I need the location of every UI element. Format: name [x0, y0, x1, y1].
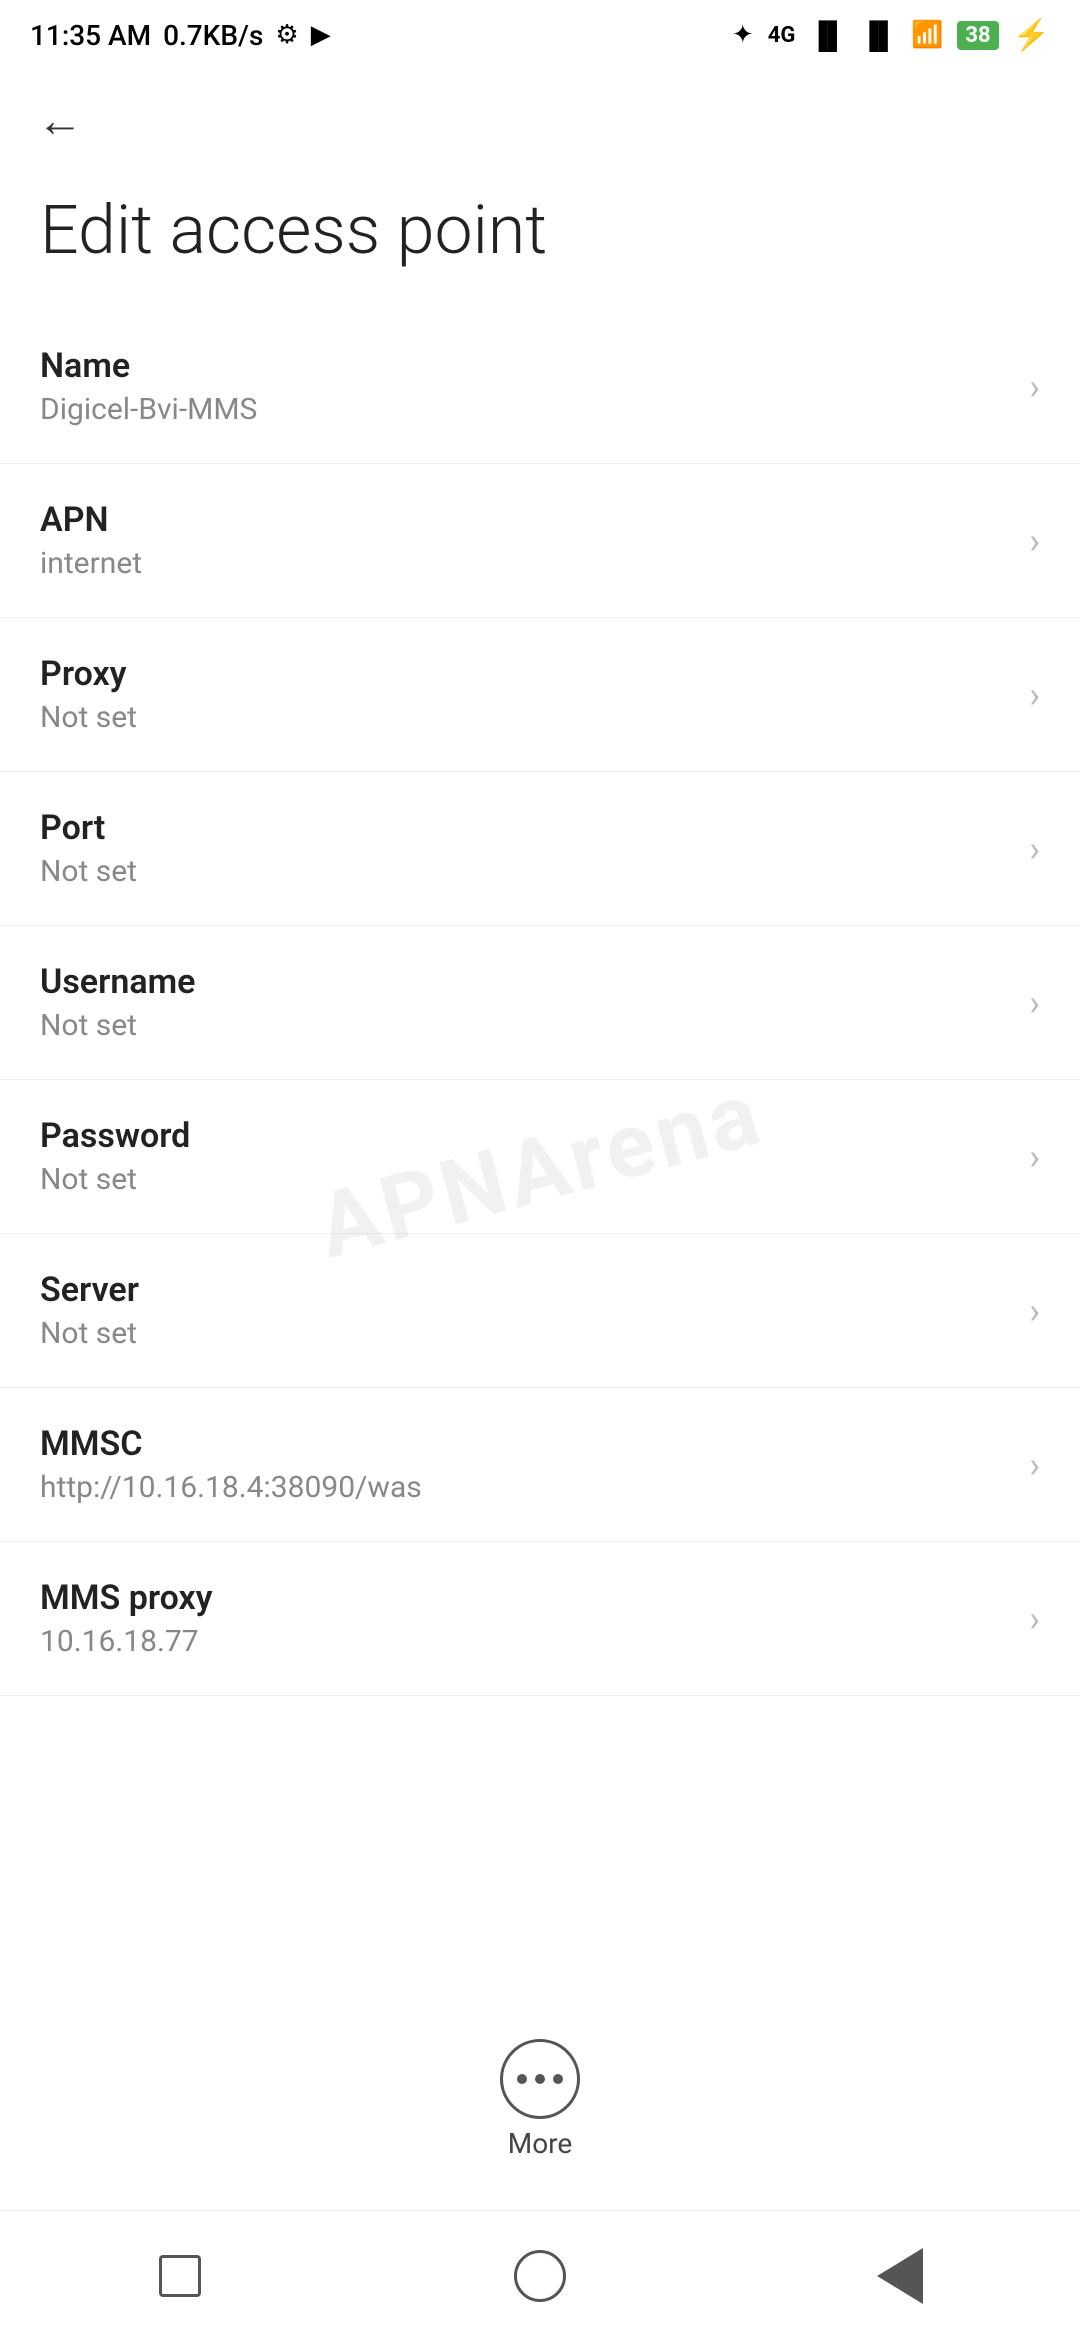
settings-icon: ⚙ — [275, 20, 298, 50]
nav-home-button[interactable] — [500, 2236, 580, 2316]
chevron-right-icon: › — [1029, 366, 1040, 408]
settings-item-label: Server — [40, 1270, 1009, 1310]
settings-item-mms-proxy[interactable]: MMS proxy 10.16.18.77 › — [0, 1542, 1080, 1696]
settings-item-value: Not set — [40, 854, 1009, 889]
more-button[interactable]: More — [500, 2039, 580, 2160]
status-bar: 11:35 AM 0.7KB/s ⚙ ▶ ✦ 4G ▐▌ ▐▌ 📶 38 ⚡ — [0, 0, 1080, 70]
settings-item-content: APN internet — [40, 500, 1009, 581]
settings-item-label: Name — [40, 346, 1009, 386]
chevron-right-icon: › — [1029, 1598, 1040, 1640]
settings-item-value: http://10.16.18.4:38090/was — [40, 1470, 1009, 1505]
settings-item-value: Not set — [40, 1162, 1009, 1197]
signal-bars-icon: ▐▌ — [809, 20, 846, 51]
settings-item-label: MMS proxy — [40, 1578, 1009, 1618]
home-icon — [514, 2250, 566, 2302]
settings-item-proxy[interactable]: Proxy Not set › — [0, 618, 1080, 772]
signal-4g-icon: 4G — [768, 23, 796, 48]
settings-item-apn[interactable]: APN internet › — [0, 464, 1080, 618]
dot-3 — [553, 2074, 563, 2084]
bluetooth-icon: ✦ — [732, 20, 754, 50]
chevron-right-icon: › — [1029, 982, 1040, 1024]
settings-item-label: MMSC — [40, 1424, 1009, 1464]
signal-bars-2-icon: ▐▌ — [860, 20, 897, 51]
dot-2 — [535, 2074, 545, 2084]
settings-item-content: Name Digicel-Bvi-MMS — [40, 346, 1009, 427]
settings-item-mmsc[interactable]: MMSC http://10.16.18.4:38090/was › — [0, 1388, 1080, 1542]
speed-display: 0.7KB/s — [163, 19, 263, 52]
settings-item-content: MMSC http://10.16.18.4:38090/was — [40, 1424, 1009, 1505]
settings-item-label: Username — [40, 962, 1009, 1002]
settings-item-content: Password Not set — [40, 1116, 1009, 1197]
settings-item-content: MMS proxy 10.16.18.77 — [40, 1578, 1009, 1659]
back-arrow-icon: ← — [37, 93, 83, 148]
chevron-right-icon: › — [1029, 1444, 1040, 1486]
settings-item-value: 10.16.18.77 — [40, 1624, 1009, 1659]
settings-item-name[interactable]: Name Digicel-Bvi-MMS › — [0, 310, 1080, 464]
settings-item-password[interactable]: Password Not set › — [0, 1080, 1080, 1234]
settings-item-content: Server Not set — [40, 1270, 1009, 1351]
video-icon: ▶ — [311, 20, 331, 50]
status-left: 11:35 AM 0.7KB/s ⚙ ▶ — [30, 19, 331, 52]
settings-item-value: internet — [40, 546, 1009, 581]
settings-item-content: Proxy Not set — [40, 654, 1009, 735]
settings-item-value: Not set — [40, 700, 1009, 735]
wifi-icon: 📶 — [911, 20, 943, 50]
settings-item-port[interactable]: Port Not set › — [0, 772, 1080, 926]
chevron-right-icon: › — [1029, 1136, 1040, 1178]
settings-item-content: Port Not set — [40, 808, 1009, 889]
chevron-right-icon: › — [1029, 828, 1040, 870]
settings-item-server[interactable]: Server Not set › — [0, 1234, 1080, 1388]
chevron-right-icon: › — [1029, 674, 1040, 716]
settings-item-label: Port — [40, 808, 1009, 848]
nav-recents-button[interactable] — [140, 2236, 220, 2316]
settings-item-value: Not set — [40, 1008, 1009, 1043]
back-button[interactable]: ← — [30, 90, 90, 150]
toolbar: ← — [0, 70, 1080, 170]
nav-back-button[interactable] — [860, 2236, 940, 2316]
nav-bar — [0, 2210, 1080, 2340]
settings-item-value: Digicel-Bvi-MMS — [40, 392, 1009, 427]
chevron-right-icon: › — [1029, 1290, 1040, 1332]
settings-list: Name Digicel-Bvi-MMS › APN internet › Pr… — [0, 310, 1080, 1696]
settings-item-content: Username Not set — [40, 962, 1009, 1043]
settings-item-label: APN — [40, 500, 1009, 540]
page-title: Edit access point — [0, 170, 1080, 310]
recents-icon — [159, 2255, 201, 2297]
more-dots-icon — [517, 2074, 563, 2084]
chevron-right-icon: › — [1029, 520, 1040, 562]
back-icon — [877, 2248, 923, 2304]
settings-item-label: Proxy — [40, 654, 1009, 694]
battery-icon: 38 — [957, 21, 998, 50]
settings-item-username[interactable]: Username Not set › — [0, 926, 1080, 1080]
dot-1 — [517, 2074, 527, 2084]
settings-item-value: Not set — [40, 1316, 1009, 1351]
settings-item-label: Password — [40, 1116, 1009, 1156]
status-right: ✦ 4G ▐▌ ▐▌ 📶 38 ⚡ — [732, 18, 1050, 53]
more-circle-icon — [500, 2039, 580, 2119]
more-label: More — [508, 2127, 573, 2160]
charging-icon: ⚡ — [1013, 18, 1050, 53]
time-display: 11:35 AM — [30, 19, 151, 52]
